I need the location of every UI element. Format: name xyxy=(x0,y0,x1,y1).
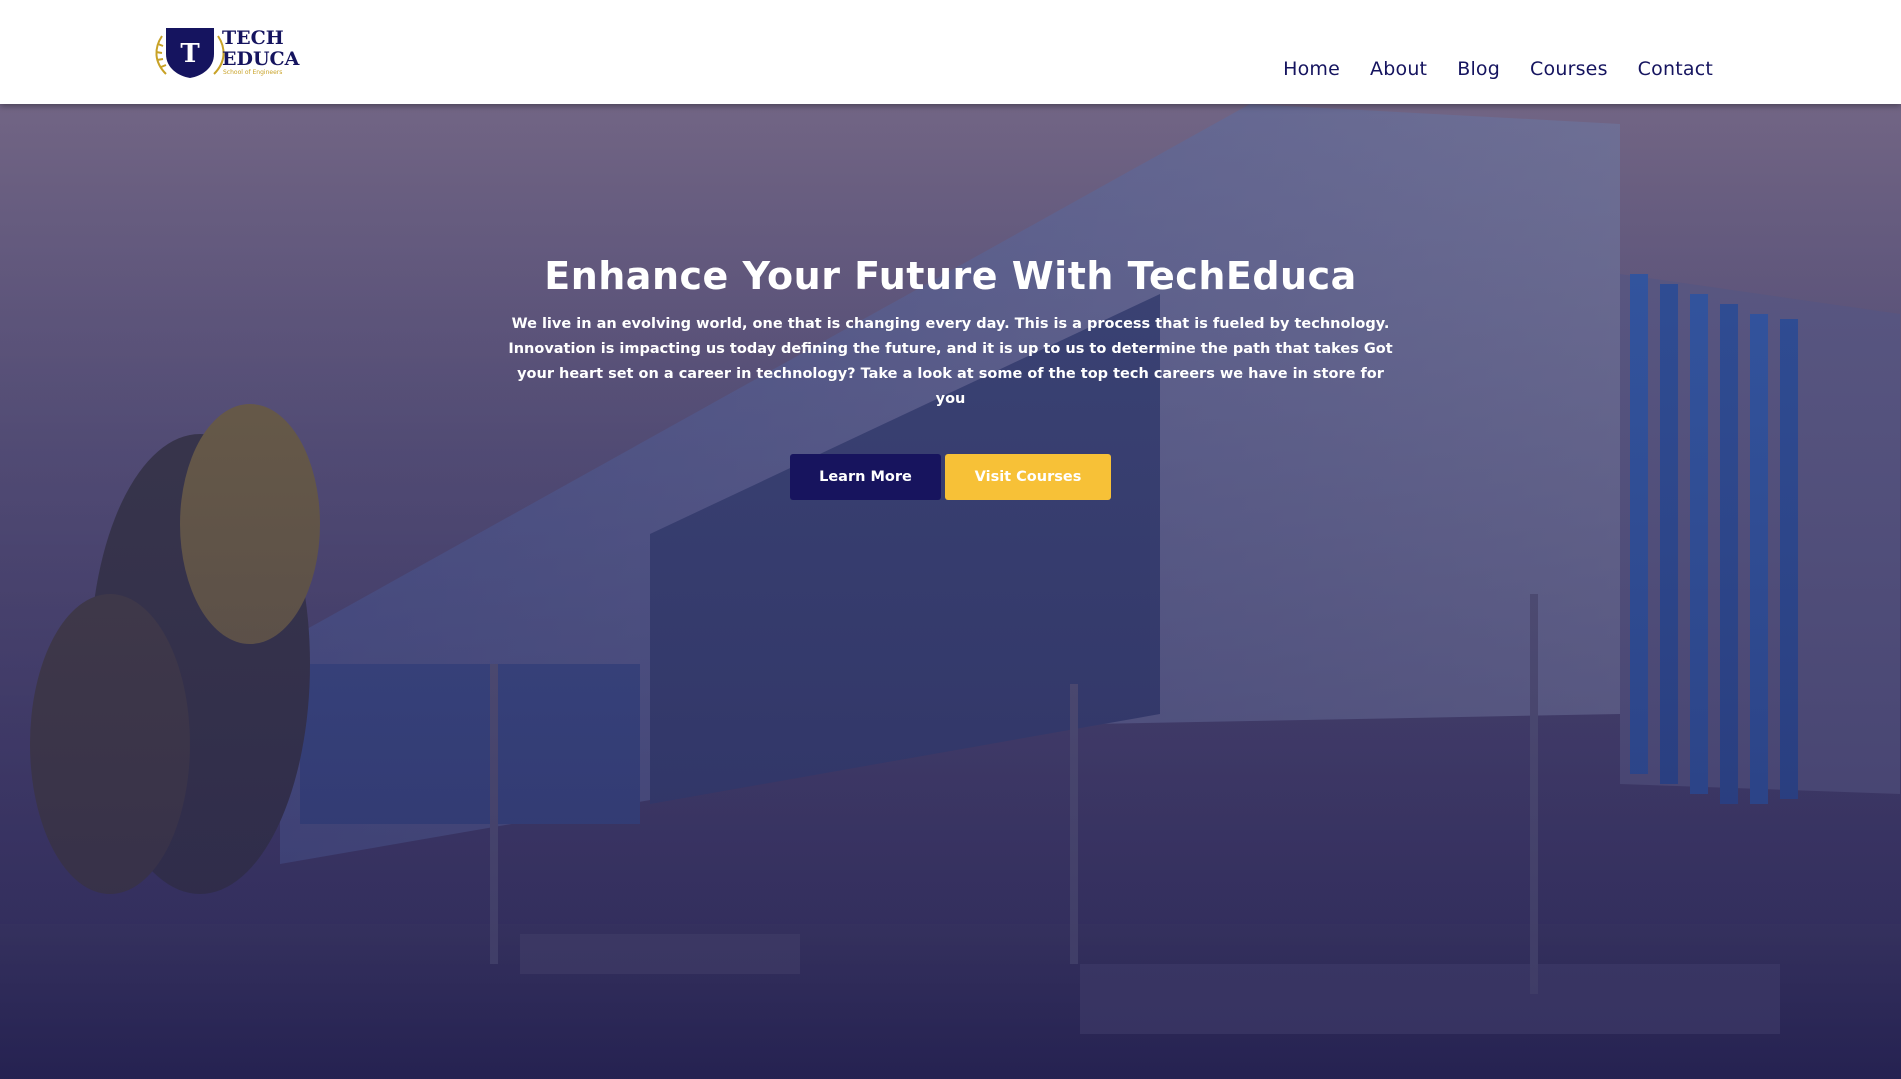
hero-title: Enhance Your Future With TechEduca xyxy=(544,254,1357,298)
nav-contact[interactable]: Contact xyxy=(1638,58,1713,80)
svg-text:T: T xyxy=(180,39,200,69)
techeduca-logo[interactable]: T TECH EDUCA School of Engineers xyxy=(152,22,304,82)
nav-courses[interactable]: Courses xyxy=(1530,58,1608,80)
hero-description: We live in an evolving world, one that i… xyxy=(508,316,1393,407)
hero-content: Enhance Your Future With TechEduca We li… xyxy=(0,254,1901,500)
nav-about[interactable]: About xyxy=(1370,58,1427,80)
svg-text:School of Engineers: School of Engineers xyxy=(223,69,282,76)
campus-building-image xyxy=(0,104,1901,1079)
site-header: T TECH EDUCA School of Engineers Home Ab… xyxy=(0,0,1901,104)
visit-courses-button[interactable]: Visit Courses xyxy=(945,454,1111,500)
main-nav: Home About Blog Courses Contact xyxy=(1283,58,1713,80)
svg-text:TECH: TECH xyxy=(222,27,284,49)
nav-blog[interactable]: Blog xyxy=(1457,58,1500,80)
svg-text:EDUCA: EDUCA xyxy=(222,48,300,70)
hero-section: Enhance Your Future With TechEduca We li… xyxy=(0,104,1901,1079)
learn-more-button[interactable]: Learn More xyxy=(790,454,941,500)
hero-buttons: Learn More Visit Courses xyxy=(0,454,1901,500)
laurel-left-icon xyxy=(155,35,167,75)
nav-home[interactable]: Home xyxy=(1283,58,1340,80)
